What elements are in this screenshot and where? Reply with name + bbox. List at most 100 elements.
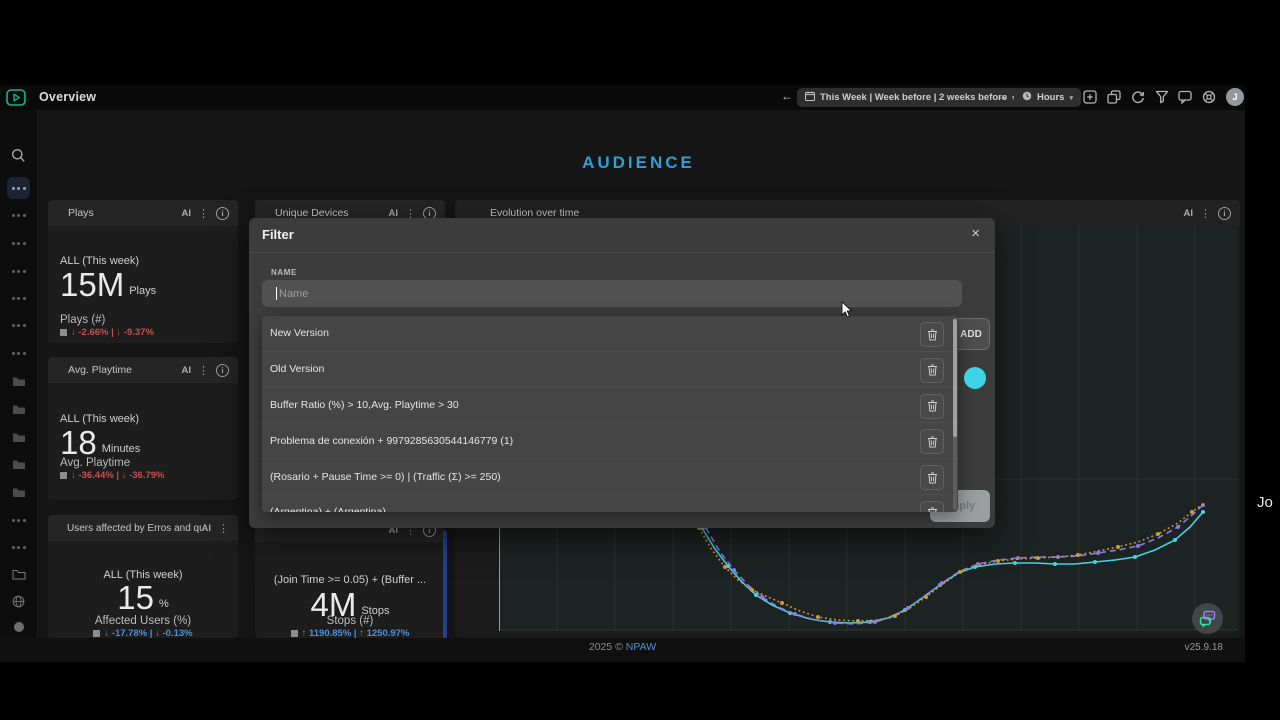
sidebar-folder-4-icon[interactable]	[0, 450, 37, 478]
top-bar: Overview ← This Week | Week before | 2 w…	[0, 85, 1245, 110]
legend-square-icon	[60, 472, 67, 479]
add-widget-icon[interactable]	[1083, 90, 1098, 105]
sidebar-folder-3-icon[interactable]	[0, 423, 37, 451]
filter-item-label: Buffer Ratio (%) > 10,Avg. Playtime > 30	[270, 398, 459, 411]
mouse-cursor	[841, 301, 853, 324]
ai-badge[interactable]: AI	[182, 365, 192, 376]
filter-list-item[interactable]: Buffer Ratio (%) > 10,Avg. Playtime > 30	[262, 388, 958, 424]
kebab-menu-icon[interactable]: ⋮	[218, 522, 229, 535]
app-window: Overview ← This Week | Week before | 2 w…	[0, 85, 1245, 662]
card-metric: Plays (#)	[60, 314, 106, 326]
support-icon[interactable]	[1202, 90, 1217, 105]
footer: 2025 © NPAW v25.9.18	[0, 638, 1245, 662]
plays-card-header: Plays AI ⋮	[48, 200, 238, 226]
card-metric: Avg. Playtime	[60, 457, 131, 469]
chat-widget-button[interactable]	[1192, 603, 1223, 634]
copy-icon[interactable]	[1107, 90, 1122, 105]
filter-modal: Filter × NAME ADD Apply New Version Old …	[249, 218, 995, 528]
page-title: Overview	[39, 90, 97, 104]
filter-list-item[interactable]: (Rosario + Pause Time >= 0) | (Traffic (…	[262, 459, 958, 495]
card-value: 15M	[60, 266, 125, 303]
clock-icon	[1022, 91, 1032, 104]
sidebar-dot-icon[interactable]	[0, 613, 37, 641]
card-metric: Affected Users (%)	[94, 615, 192, 627]
sidebar-globe-icon[interactable]	[0, 587, 37, 615]
chat-bubbles-icon	[1199, 610, 1216, 627]
search-icon[interactable]	[0, 141, 37, 169]
filter-item-label: Problema de conexión + 99792856305441467…	[270, 434, 514, 447]
filter-funnel-icon[interactable]	[1155, 90, 1170, 105]
legend-square-icon	[290, 630, 298, 637]
filter-list-item[interactable]: Problema de conexión + 99792856305441467…	[262, 423, 958, 460]
filter-name-input[interactable]	[262, 280, 962, 307]
sidebar-item-active-dashboard[interactable]	[7, 177, 30, 199]
info-icon[interactable]	[1218, 206, 1231, 220]
avg-playtime-card: Avg. Playtime AI⋮ ALL (This week) 18Minu…	[48, 357, 238, 500]
refresh-icon[interactable]	[1131, 90, 1146, 105]
filter-list-item[interactable]: Old Version	[262, 352, 958, 388]
delete-filter-button[interactable]	[920, 465, 944, 491]
ai-badge[interactable]: AI	[389, 208, 399, 219]
sidebar-item-more-1[interactable]	[0, 506, 37, 534]
comment-icon[interactable]	[1178, 90, 1193, 105]
kebab-menu-icon[interactable]: ⋮	[198, 364, 209, 377]
granularity-selector[interactable]: Hours ▾	[1014, 88, 1081, 107]
sidebar-item-more-2[interactable]	[0, 533, 37, 561]
avatar[interactable]: J	[1226, 88, 1244, 106]
ai-badge[interactable]: AI	[202, 523, 212, 534]
npaw-logo-icon[interactable]	[6, 88, 27, 112]
sidebar-item-dashboard-2[interactable]	[0, 201, 37, 229]
date-forward-button[interactable]: →	[997, 89, 1009, 103]
delete-filter-button[interactable]	[920, 357, 944, 383]
delete-filter-button[interactable]	[920, 500, 944, 512]
date-range-selector[interactable]: This Week | Week before | 2 weeks before…	[797, 88, 1024, 107]
card-value-row: 15%	[48, 579, 238, 616]
card-delta: ↓ -17.78% | ↓ -0.13%	[104, 628, 193, 638]
date-range-label: This Week | Week before | 2 weeks before	[820, 92, 1008, 103]
modal-divider	[249, 252, 995, 253]
card-delta: ↑ 1190.85% | ↑ 1250.97%	[301, 628, 410, 638]
card-title: Plays	[68, 207, 94, 219]
scrollbar-thumb[interactable]	[953, 319, 957, 437]
sidebar-folder-1-icon[interactable]	[0, 367, 37, 395]
ai-badge[interactable]: AI	[1184, 208, 1194, 219]
color-picker-button[interactable]	[964, 367, 986, 389]
sidebar-item-dashboard-3[interactable]	[0, 229, 37, 257]
sidebar-folder-2-icon[interactable]	[0, 395, 37, 423]
kebab-menu-icon[interactable]: ⋮	[198, 207, 209, 220]
brand-link[interactable]: NPAW	[626, 641, 656, 653]
section-title: AUDIENCE	[582, 153, 695, 172]
card-delta: ↓ -2.66% | ↓ -9.37%	[71, 327, 154, 338]
delete-filter-button[interactable]	[920, 322, 944, 347]
name-field-label: NAME	[271, 268, 297, 277]
close-icon[interactable]: ×	[971, 225, 980, 242]
sidebar-folder-outline-icon[interactable]	[0, 560, 37, 588]
date-back-button[interactable]: ←	[781, 89, 793, 103]
legend-square-icon	[60, 329, 67, 336]
sidebar-item-dashboard-7[interactable]	[0, 339, 37, 367]
text-caret	[276, 287, 277, 300]
filter-item-label: (Rosario + Pause Time >= 0) | (Traffic (…	[270, 470, 501, 483]
card-unit: %	[158, 598, 169, 610]
sidebar-folder-5-icon[interactable]	[0, 478, 37, 506]
delete-filter-button[interactable]	[920, 393, 944, 419]
card-unit: Minutes	[101, 443, 141, 455]
info-icon[interactable]	[216, 206, 229, 220]
kebab-menu-icon[interactable]: ⋮	[1200, 207, 1211, 220]
info-icon[interactable]	[216, 363, 229, 377]
delete-filter-button[interactable]	[920, 429, 944, 455]
card-value: 18	[60, 424, 97, 461]
card-metric: Stops (#)	[326, 615, 374, 627]
card-delta: ↓ -36.44% | ↓ -36.79%	[71, 470, 165, 481]
affected-users-card-header: Users affected by Erros and qua AI ⋮	[48, 515, 238, 541]
sidebar-item-dashboard-4[interactable]	[0, 257, 37, 285]
filter-list-item[interactable]: (Argentina) + (Argentina)	[262, 495, 958, 512]
plays-card: Plays AI⋮ ALL (This week) 15MPlays Plays…	[48, 200, 238, 343]
card-value: 15	[117, 579, 154, 616]
copyright-year: 2025 ©	[588, 641, 623, 653]
card-scope: (Join Time >= 0.05) + (Buffer ...	[273, 574, 427, 586]
filter-list-item[interactable]: New Version	[262, 316, 958, 352]
ai-badge[interactable]: AI	[182, 208, 192, 219]
sidebar-item-dashboard-6[interactable]	[0, 311, 37, 339]
sidebar-item-dashboard-5[interactable]	[0, 284, 37, 312]
